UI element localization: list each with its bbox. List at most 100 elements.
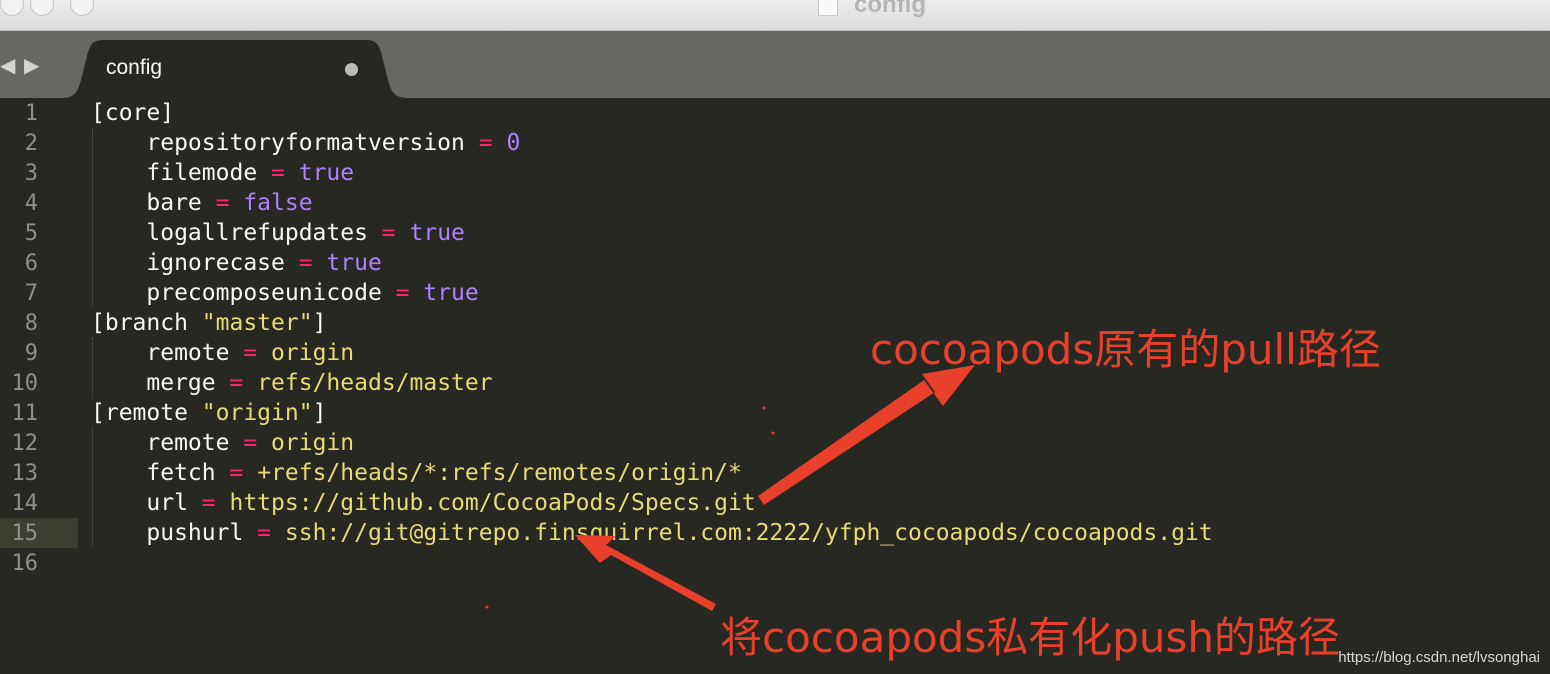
- gutter: 3: [0, 158, 78, 188]
- token: "master": [201, 310, 313, 336]
- code-text: logallrefupdates = true: [91, 219, 465, 247]
- gutter: 6: [0, 248, 78, 278]
- token: ignorecase: [91, 250, 299, 276]
- tab-config[interactable]: config: [62, 40, 408, 98]
- code-line[interactable]: 7 precomposeunicode = true: [0, 278, 1550, 308]
- token: origin: [257, 340, 355, 366]
- token: =: [243, 340, 258, 366]
- code-line[interactable]: 6 ignorecase = true: [0, 248, 1550, 278]
- line-number: 13: [11, 461, 39, 486]
- gutter: 12: [0, 428, 78, 458]
- code-line[interactable]: 1 [core]: [0, 98, 1550, 128]
- token: precomposeunicode: [91, 280, 396, 306]
- token: =: [298, 250, 313, 276]
- code-text: url = https://github.com/CocoaPods/Specs…: [91, 489, 756, 517]
- token: =: [381, 220, 396, 246]
- code-text: repositoryformatversion = 0: [91, 129, 520, 157]
- line-number: 12: [11, 431, 39, 456]
- code-text: filemode = true: [91, 159, 354, 187]
- line-number: 10: [11, 371, 39, 396]
- token: bare: [91, 190, 216, 216]
- code-line[interactable]: 14 url = https://github.com/CocoaPods/Sp…: [0, 488, 1550, 518]
- token: fetch: [91, 460, 230, 486]
- zoom-window-button[interactable]: [70, 0, 94, 16]
- pull-annotation: cocoapods原有的pull路径: [870, 325, 1381, 374]
- close-window-button[interactable]: [0, 0, 24, 16]
- code-line[interactable]: 13 fetch = +refs/heads/*:refs/remotes/or…: [0, 458, 1550, 488]
- token: remote: [91, 340, 244, 366]
- token: =: [478, 130, 493, 156]
- code-line[interactable]: 3 filemode = true: [0, 158, 1550, 188]
- token: filemode: [91, 160, 272, 186]
- token: merge: [91, 370, 230, 396]
- gutter: 1: [0, 98, 78, 128]
- code-text: fetch = +refs/heads/*:refs/remotes/origi…: [91, 459, 742, 487]
- line-number: 9: [24, 341, 38, 366]
- token: =: [229, 370, 244, 396]
- watermark: https://blog.csdn.net/lvsonghai: [1338, 649, 1540, 666]
- line-number: 7: [24, 281, 38, 306]
- gutter: 14: [0, 488, 78, 518]
- token: origin: [257, 430, 355, 456]
- code-line[interactable]: 16: [0, 548, 1550, 578]
- push-annotation: 将cocoapods私有化push的路径: [720, 613, 1340, 662]
- token: true: [395, 220, 465, 246]
- code-text: pushurl = ssh://git@gitrepo.finsquirrel.…: [91, 519, 1212, 547]
- code-line[interactable]: 15 pushurl = ssh://git@gitrepo.finsquirr…: [0, 518, 1550, 548]
- minimize-window-button[interactable]: [30, 0, 54, 16]
- code-line[interactable]: 5 logallrefupdates = true: [0, 218, 1550, 248]
- token: true: [284, 160, 355, 186]
- gutter: 11: [0, 398, 78, 428]
- token: +refs/heads/*:refs/remotes/origin/*: [243, 460, 742, 486]
- code-line[interactable]: 2 repositoryformatversion = 0: [0, 128, 1550, 158]
- gutter: 7: [0, 278, 78, 308]
- token: [core]: [91, 100, 175, 126]
- title-bar: config: [0, 0, 1550, 31]
- gutter: 15: [0, 518, 78, 548]
- token: ]: [312, 310, 327, 336]
- code-text: [branch "master"]: [91, 309, 326, 337]
- token: 0: [492, 130, 521, 156]
- token: url: [91, 490, 202, 516]
- token: "origin": [201, 400, 313, 426]
- code-text: [core]: [91, 99, 174, 127]
- line-number: 8: [24, 311, 38, 336]
- line-number: 15: [11, 521, 39, 546]
- token: =: [271, 160, 285, 186]
- token: =: [201, 490, 216, 516]
- token: refs/heads/master: [243, 370, 493, 396]
- gutter: 9: [0, 338, 78, 368]
- token: true: [409, 280, 479, 306]
- code-text: merge = refs/heads/master: [91, 369, 493, 397]
- line-number: 6: [24, 251, 38, 276]
- token: =: [395, 280, 410, 306]
- token: https://github.com/CocoaPods/Specs.git: [215, 490, 756, 516]
- token: logallrefupdates: [91, 220, 382, 246]
- unsaved-dot-icon[interactable]: [345, 63, 358, 76]
- nav-forward-icon[interactable]: ▶: [24, 53, 39, 77]
- code-text: remote = origin: [91, 429, 354, 457]
- tab-label: config: [106, 56, 163, 79]
- line-number: 14: [11, 491, 39, 516]
- gutter: 13: [0, 458, 78, 488]
- code-text: ignorecase = true: [91, 249, 382, 277]
- code-line[interactable]: 11 [remote "origin"]: [0, 398, 1550, 428]
- token: repositoryformatversion: [91, 130, 479, 156]
- token: true: [312, 250, 382, 276]
- code-editor[interactable]: 1 [core] 2 repositoryformatversion = 03 fi…: [0, 98, 1550, 674]
- code-text: precomposeunicode = true: [91, 279, 479, 307]
- line-number: 3: [24, 161, 38, 186]
- code-text: bare = false: [91, 189, 312, 217]
- nav-back-icon[interactable]: ◀: [0, 53, 15, 77]
- code-text: [remote "origin"]: [91, 399, 326, 427]
- gutter: 10: [0, 368, 78, 398]
- line-number: 5: [24, 221, 38, 246]
- token: =: [243, 430, 258, 456]
- line-number: 11: [11, 401, 39, 426]
- token: =: [229, 460, 244, 486]
- code-line[interactable]: 12 remote = origin: [0, 428, 1550, 458]
- gutter: 2: [0, 128, 78, 158]
- code-line[interactable]: 4 bare = false: [0, 188, 1550, 218]
- gutter: 8: [0, 308, 78, 338]
- document-icon: [818, 0, 838, 16]
